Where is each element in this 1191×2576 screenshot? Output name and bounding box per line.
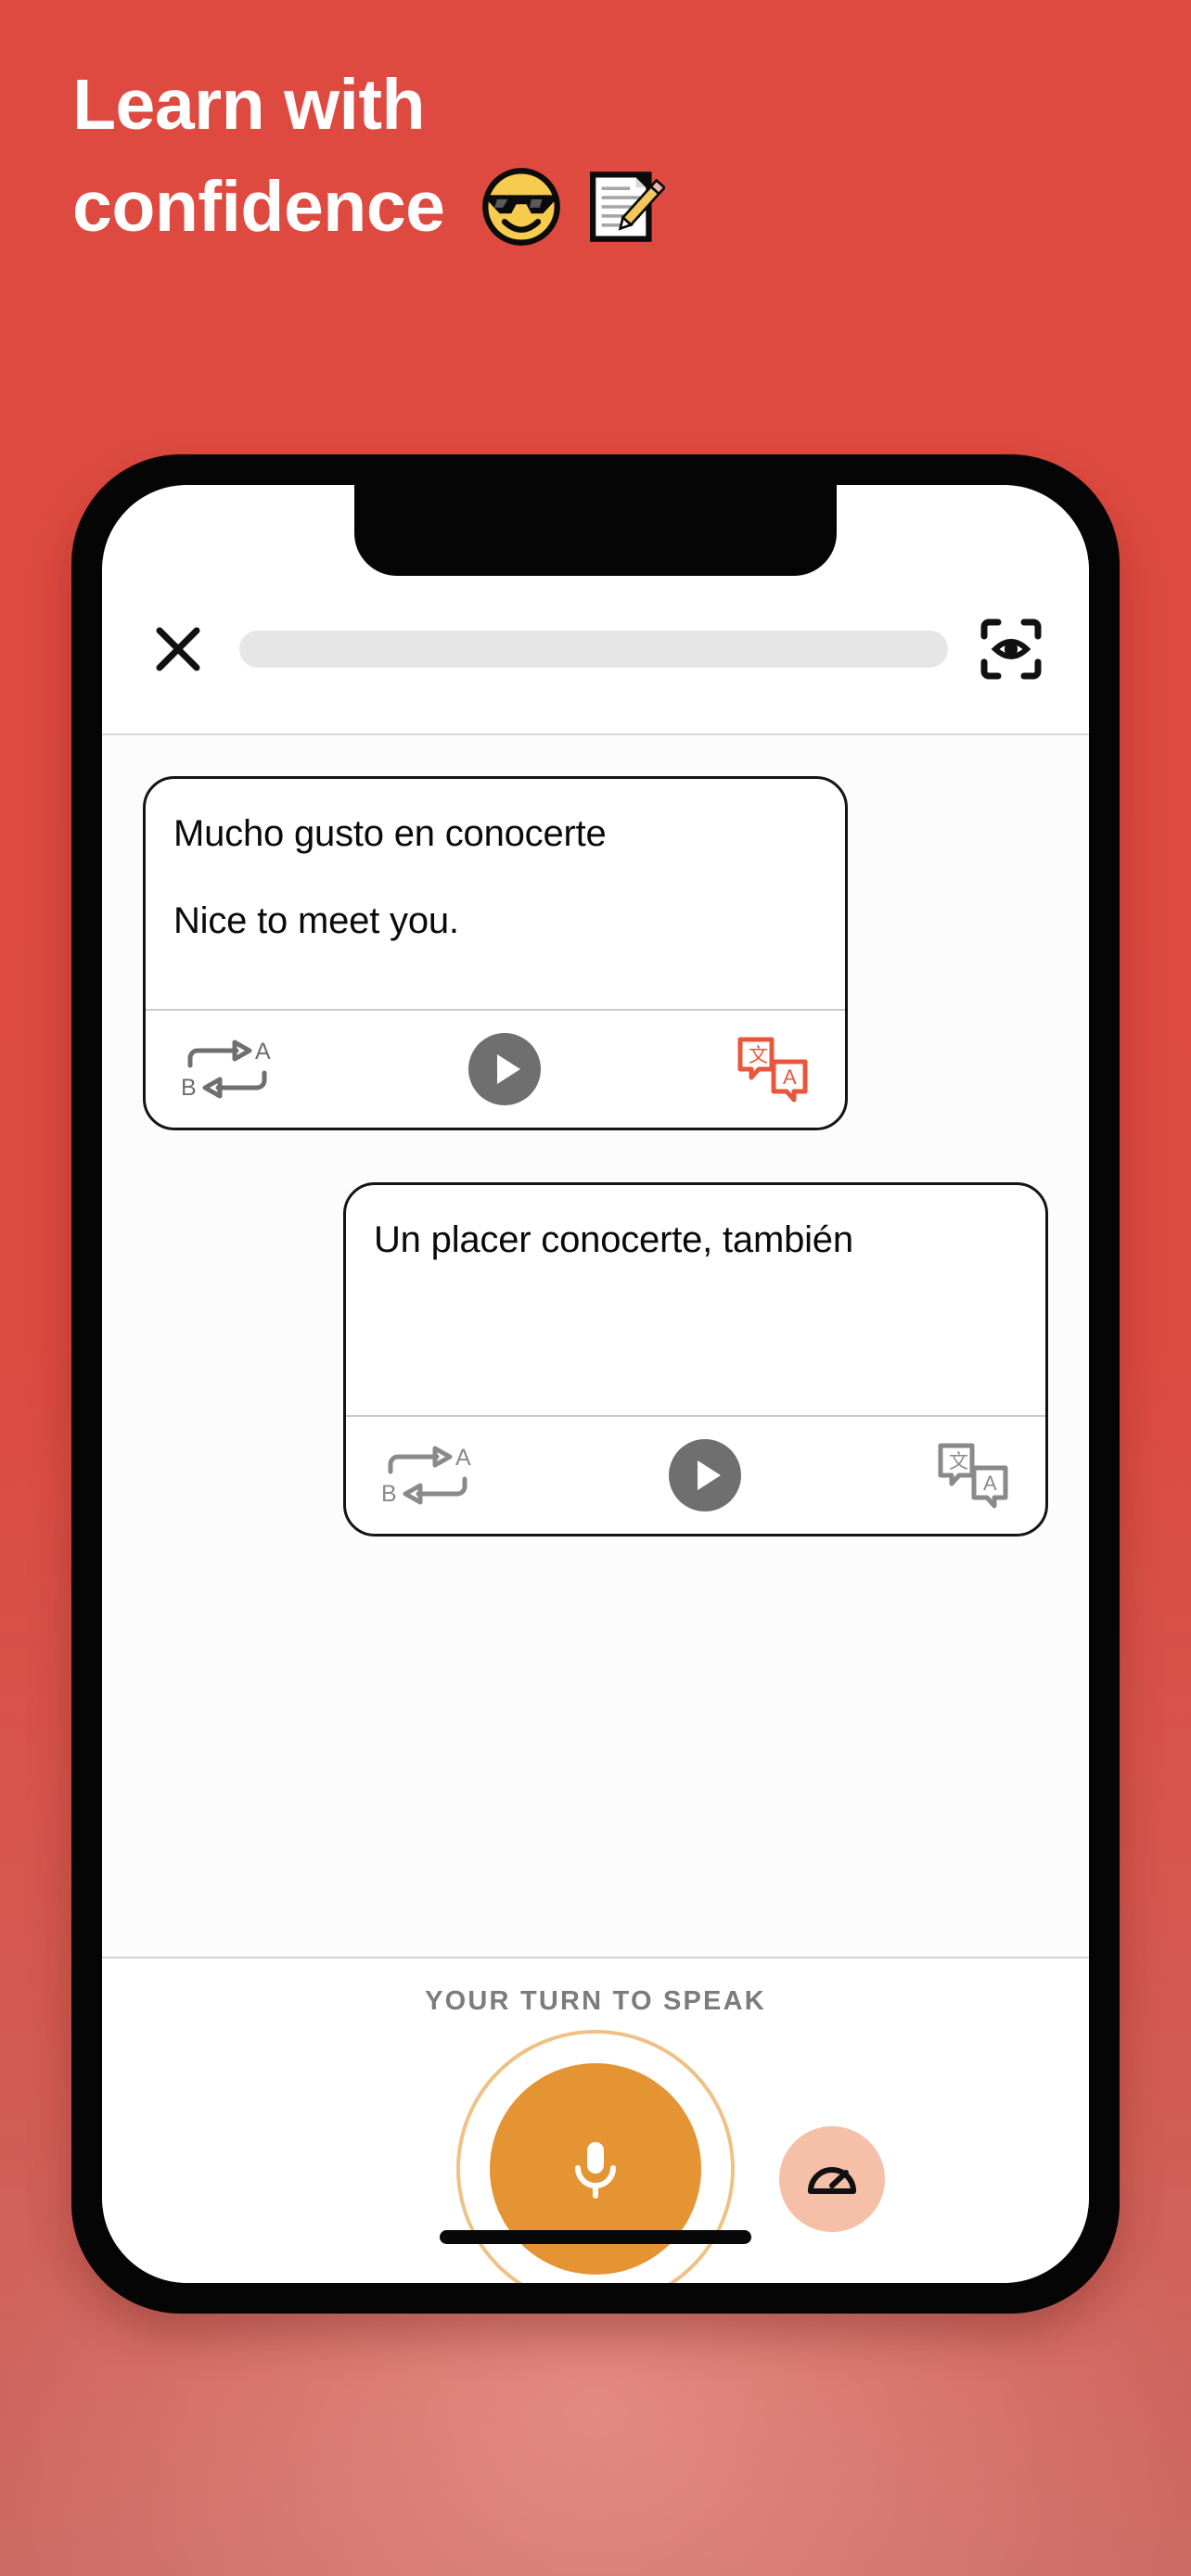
- svg-text:A: A: [983, 1472, 997, 1495]
- repeat-button[interactable]: A B: [179, 1034, 275, 1104]
- translate-button[interactable]: 文 A: [934, 1436, 1012, 1514]
- playback-speed-button[interactable]: [779, 2126, 885, 2232]
- headline-text-1: Learn with: [72, 65, 426, 145]
- phone-mockup: Mucho gusto en conocerte Nice to meet yo…: [71, 454, 1120, 2314]
- message-text-block: Mucho gusto en conocerte Nice to meet yo…: [146, 779, 845, 1009]
- play-icon: [669, 1439, 741, 1511]
- scan-eye-icon: [980, 618, 1042, 680]
- repeat-label-a: A: [255, 1039, 271, 1065]
- play-button[interactable]: [476, 1437, 934, 1513]
- conversation-list[interactable]: Mucho gusto en conocerte Nice to meet yo…: [102, 735, 1089, 1957]
- swap-ab-repeat-icon: A B: [181, 1039, 271, 1101]
- repeat-label-b: B: [181, 1075, 197, 1101]
- svg-text:文: 文: [949, 1450, 968, 1473]
- translate-icon: 文 A: [938, 1443, 1008, 1509]
- message-toolbar: A B 文 A: [346, 1415, 1045, 1534]
- mic-button-wrap[interactable]: [456, 2030, 735, 2283]
- repeat-label-b: B: [381, 1481, 397, 1507]
- svg-text:A: A: [783, 1065, 797, 1089]
- smiling-face-with-sunglasses-emoji: [482, 168, 561, 247]
- headline-emoji-group: [480, 165, 666, 249]
- message-text-block: Un placer conocerte, también: [346, 1185, 1045, 1415]
- message-primary-text: Mucho gusto en conocerte: [173, 813, 607, 854]
- speak-prompt-label: YOUR TURN TO SPEAK: [425, 1986, 766, 2016]
- message-toolbar: A B 文 A: [146, 1009, 845, 1128]
- scan-eye-button[interactable]: [976, 614, 1046, 684]
- headline-text-2: confidence: [72, 167, 445, 248]
- message-primary-text: Un placer conocerte, también: [374, 1219, 853, 1260]
- promo-screenshot: Learn with confidence Mucho gusto en con…: [0, 0, 1191, 2576]
- play-icon: [468, 1033, 541, 1105]
- conversation-row: Mucho gusto en conocerte Nice to meet yo…: [143, 776, 1048, 1130]
- close-button[interactable]: [145, 616, 211, 682]
- promo-headline: Learn with confidence: [72, 67, 1130, 249]
- memo-pencil-emoji: [590, 172, 666, 243]
- home-indicator: [440, 2230, 751, 2244]
- headline-line-1: Learn with: [72, 65, 1130, 145]
- repeat-label-a: A: [455, 1445, 471, 1471]
- mic-pulse-ring: [456, 2030, 735, 2283]
- play-button[interactable]: [275, 1031, 734, 1107]
- message-secondary-text: Nice to meet you.: [173, 900, 459, 941]
- swap-ab-repeat-icon: A B: [381, 1445, 471, 1507]
- message-card[interactable]: Un placer conocerte, también A B 文 A: [343, 1182, 1048, 1537]
- svg-text:文: 文: [749, 1044, 768, 1066]
- repeat-button[interactable]: A B: [379, 1440, 476, 1511]
- translate-icon: 文 A: [737, 1037, 808, 1103]
- close-icon: [156, 627, 200, 671]
- lesson-progress-bar: [239, 631, 948, 668]
- conversation-row: Un placer conocerte, también A B 文 A: [143, 1182, 1048, 1537]
- headline-line-2: confidence: [72, 165, 1130, 249]
- message-card[interactable]: Mucho gusto en conocerte Nice to meet yo…: [143, 776, 848, 1130]
- phone-notch: [354, 485, 837, 576]
- speedometer-icon: [808, 2167, 856, 2194]
- translate-button[interactable]: 文 A: [734, 1030, 812, 1108]
- phone-screen: Mucho gusto en conocerte Nice to meet yo…: [102, 485, 1089, 2283]
